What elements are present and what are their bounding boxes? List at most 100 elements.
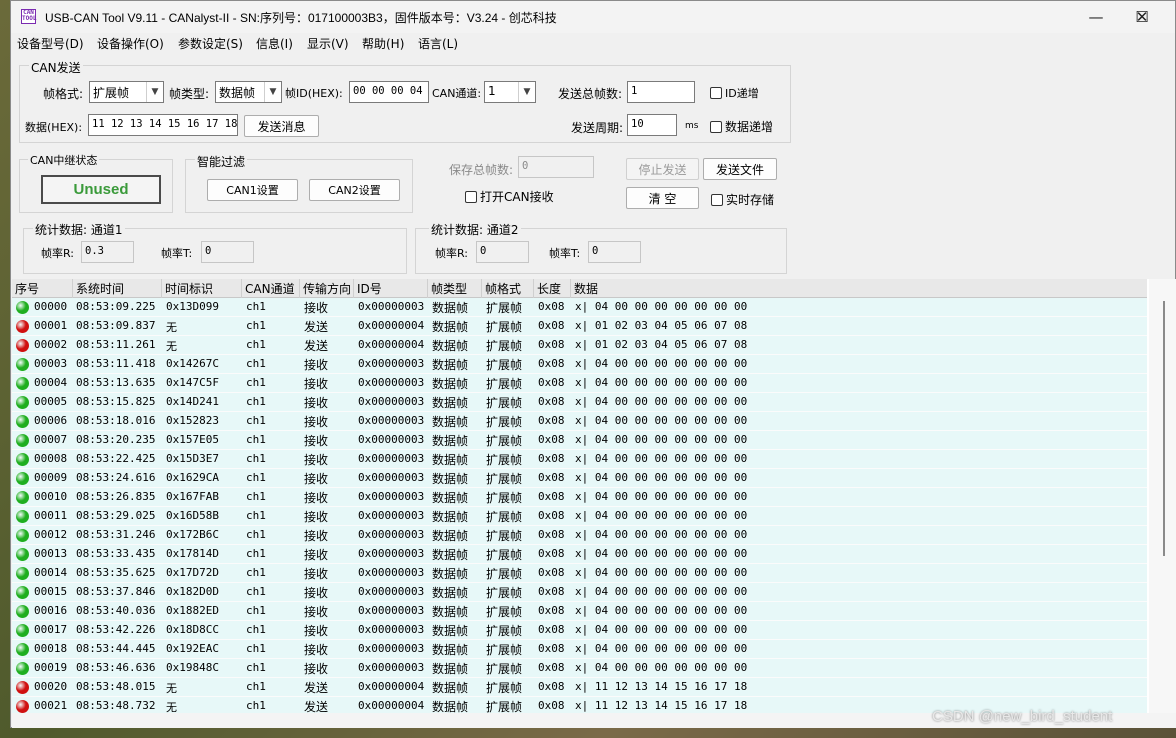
close-icon: ✕ xyxy=(1135,8,1149,26)
menu-device-operation[interactable]: 设备操作(O) xyxy=(97,35,164,52)
can2-settings-button[interactable]: CAN2设置 xyxy=(309,179,400,201)
cell-frame-type: 数据帧 xyxy=(432,662,469,676)
table-row[interactable]: 00018 08:53:44.445 0x192EAC ch1 接收 0x00000003… xyxy=(12,640,1147,659)
cell-frame-type: 数据帧 xyxy=(432,548,469,562)
table-row[interactable]: 00013 08:53:33.435 0x17814D ch1 接收 0x00000003… xyxy=(12,545,1147,564)
cell-data: x| 04 00 00 00 00 00 00 00 xyxy=(575,585,748,598)
column-header-data[interactable]: 数据 xyxy=(571,279,1147,298)
realtime-save-checkbox[interactable]: 实时存储 xyxy=(711,191,774,208)
cell-frame-type: 数据帧 xyxy=(432,320,469,334)
table-row[interactable]: 00005 08:53:15.825 0x14D241 ch1 接收 0x00000003… xyxy=(12,393,1147,412)
stats1-rate-r-value: 0.3 xyxy=(81,241,134,263)
cell-length: 0x08 xyxy=(538,452,565,465)
vertical-scrollbar-thumb[interactable] xyxy=(1163,301,1165,556)
cell-frame-format: 扩展帧 xyxy=(486,491,523,505)
column-header-seq[interactable]: 序号 xyxy=(12,279,73,298)
cell-frame-format: 扩展帧 xyxy=(486,662,523,676)
receive-status-icon xyxy=(16,605,29,618)
table-row[interactable]: 00010 08:53:26.835 0x167FAB ch1 接收 0x00000003… xyxy=(12,488,1147,507)
table-row[interactable]: 00004 08:53:13.635 0x147C5F ch1 接收 0x00000003… xyxy=(12,374,1147,393)
clear-button[interactable]: 清 空 xyxy=(626,187,699,209)
cell-system-time: 08:53:35.625 xyxy=(76,566,156,579)
cell-frame-type: 数据帧 xyxy=(432,567,469,581)
menu-device-model[interactable]: 设备型号(D) xyxy=(17,35,84,52)
total-frames-input[interactable]: 1 xyxy=(627,81,695,103)
cell-system-time: 08:53:22.425 xyxy=(76,452,156,465)
cell-can-channel: ch1 xyxy=(246,376,266,389)
frame-type-select[interactable]: 数据帧 ▼ xyxy=(215,81,282,103)
table-row[interactable]: 00019 08:53:46.636 0x19848C ch1 接收 0x00000003… xyxy=(12,659,1147,678)
table-row[interactable]: 00009 08:53:24.616 0x1629CA ch1 接收 0x00000003… xyxy=(12,469,1147,488)
menu-parameter-settings[interactable]: 参数设定(S) xyxy=(178,35,243,52)
cell-frame-format: 扩展帧 xyxy=(486,567,523,581)
table-row[interactable]: 00012 08:53:31.246 0x172B6C ch1 接收 0x00000003… xyxy=(12,526,1147,545)
table-row[interactable]: 00020 08:53:48.015 无 ch1 发送 0x00000004 数据帧 扩展帧 0… xyxy=(12,678,1147,697)
cell-seq: 00020 xyxy=(34,680,68,693)
column-header-length[interactable]: 长度 xyxy=(534,279,571,298)
checkbox-box xyxy=(710,87,722,99)
send-message-button[interactable]: 发送消息 xyxy=(244,115,319,137)
table-row[interactable]: 00000 08:53:09.225 0x13D099 ch1 接收 0x00000003… xyxy=(12,298,1147,317)
cell-can-channel: ch1 xyxy=(246,395,266,408)
table-row[interactable]: 00006 08:53:18.016 0x152823 ch1 接收 0x00000003… xyxy=(12,412,1147,431)
table-row[interactable]: 00014 08:53:35.625 0x17D72D ch1 接收 0x00000003… xyxy=(12,564,1147,583)
realtime-save-label: 实时存储 xyxy=(726,193,775,207)
frame-format-select[interactable]: 扩展帧 ▼ xyxy=(89,81,164,103)
send-period-unit: ms xyxy=(685,121,699,131)
stats-channel1-title: 统计数据: 通道1 xyxy=(33,221,125,238)
stats2-rate-t-label: 帧率T: xyxy=(549,247,581,260)
table-row[interactable]: 00001 08:53:09.837 无 ch1 发送 0x00000004 数据帧 扩展帧 0… xyxy=(12,317,1147,336)
cell-seq: 00017 xyxy=(34,623,68,636)
cell-direction: 接收 xyxy=(304,605,329,619)
open-can-receive-checkbox[interactable]: 打开CAN接收 xyxy=(465,188,554,205)
id-increment-checkbox[interactable]: ID递增 xyxy=(710,85,759,101)
table-row[interactable]: 00008 08:53:22.425 0x15D3E7 ch1 接收 0x00000003… xyxy=(12,450,1147,469)
column-header-can-channel[interactable]: CAN通道 xyxy=(242,279,300,298)
close-button[interactable]: ✕ xyxy=(1119,1,1165,33)
send-file-button[interactable]: 发送文件 xyxy=(703,158,777,180)
data-increment-checkbox[interactable]: 数据递增 xyxy=(710,118,773,135)
cell-seq: 00003 xyxy=(34,357,68,370)
frame-id-input[interactable]: 00 00 00 04 xyxy=(349,81,429,103)
cell-length: 0x08 xyxy=(538,623,565,636)
cell-id: 0x00000003 xyxy=(358,395,425,408)
table-row[interactable]: 00015 08:53:37.846 0x182D0D ch1 接收 0x00000003… xyxy=(12,583,1147,602)
stop-send-button[interactable]: 停止发送 xyxy=(626,158,699,180)
table-row[interactable]: 00017 08:53:42.226 0x18D8CC ch1 接收 0x00000003… xyxy=(12,621,1147,640)
table-row[interactable]: 00016 08:53:40.036 0x1882ED ch1 接收 0x00000003… xyxy=(12,602,1147,621)
column-header-frame-format[interactable]: 帧格式 xyxy=(482,279,534,298)
menu-language[interactable]: 语言(L) xyxy=(418,35,458,52)
cell-id: 0x00000003 xyxy=(358,490,425,503)
cell-direction: 接收 xyxy=(304,510,329,524)
send-period-input[interactable]: 10 xyxy=(627,114,677,136)
column-header-system-time[interactable]: 系统时间 xyxy=(73,279,162,298)
cell-timestamp: 0x16D58B xyxy=(166,509,219,522)
cell-id: 0x00000003 xyxy=(358,623,425,636)
cell-data: x| 04 00 00 00 00 00 00 00 xyxy=(575,357,748,370)
table-row[interactable]: 00003 08:53:11.418 0x14267C ch1 接收 0x00000003… xyxy=(12,355,1147,374)
column-header-id[interactable]: ID号 xyxy=(354,279,428,298)
table-row[interactable]: 00002 08:53:11.261 无 ch1 发送 0x00000004 数据帧 扩展帧 0… xyxy=(12,336,1147,355)
receive-status-icon xyxy=(16,624,29,637)
minimize-button[interactable]: — xyxy=(1073,1,1119,33)
data-hex-input[interactable]: 11 12 13 14 15 16 17 18 xyxy=(88,114,238,136)
menu-display[interactable]: 显示(V) xyxy=(307,35,349,52)
send-status-icon xyxy=(16,339,29,352)
cell-can-channel: ch1 xyxy=(246,585,266,598)
cell-frame-format: 扩展帧 xyxy=(486,624,523,638)
cell-length: 0x08 xyxy=(538,547,565,560)
column-header-direction[interactable]: 传输方向 xyxy=(300,279,354,298)
column-header-frame-type[interactable]: 帧类型 xyxy=(428,279,482,298)
column-header-timestamp[interactable]: 时间标识 xyxy=(162,279,242,298)
table-row[interactable]: 00011 08:53:29.025 0x16D58B ch1 接收 0x00000003… xyxy=(12,507,1147,526)
can-channel-select[interactable]: 1 ▼ xyxy=(484,81,536,103)
cell-length: 0x08 xyxy=(538,414,565,427)
cell-timestamp: 0x19848C xyxy=(166,661,219,674)
menu-info[interactable]: 信息(I) xyxy=(256,35,293,52)
can1-settings-button[interactable]: CAN1设置 xyxy=(207,179,298,201)
cell-length: 0x08 xyxy=(538,699,565,712)
cell-data: x| 04 00 00 00 00 00 00 00 xyxy=(575,604,748,617)
menu-help[interactable]: 帮助(H) xyxy=(362,35,404,52)
table-row[interactable]: 00007 08:53:20.235 0x157E05 ch1 接收 0x00000003… xyxy=(12,431,1147,450)
message-table[interactable]: 序号 系统时间 时间标识 CAN通道 传输方向 ID号 帧类型 帧格式 长度 数… xyxy=(12,279,1176,713)
